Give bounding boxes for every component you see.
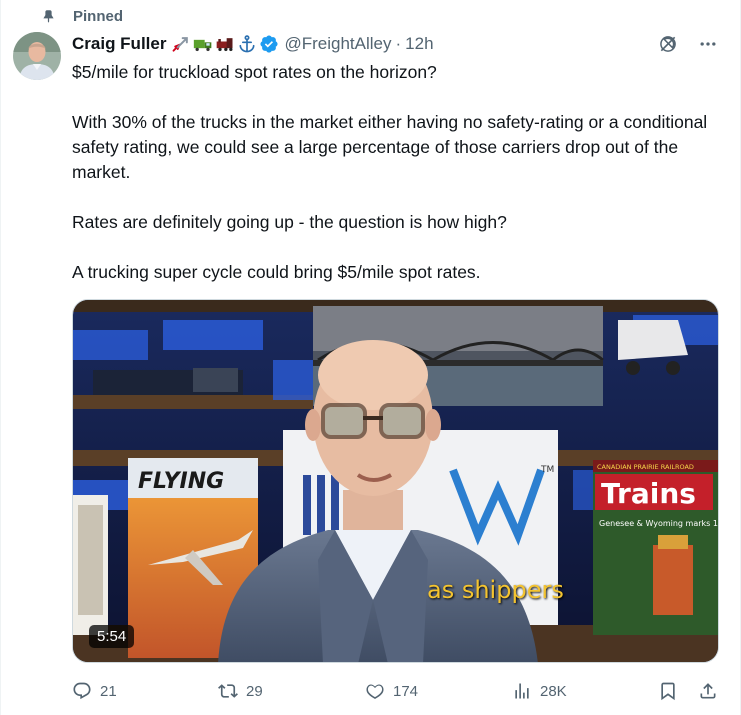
views-count: 28K	[540, 682, 567, 700]
tweet-paragraph: With 30% of the trucks in the market eit…	[72, 112, 708, 182]
repost-icon	[218, 684, 238, 698]
repost-button[interactable]: 29	[218, 681, 263, 701]
tweet-paragraph: A trucking super cycle could bring $5/mi…	[72, 262, 481, 282]
tweet-text: $5/mile for truckload spot rates on the …	[72, 60, 722, 285]
author-handle[interactable]: @FreightAlley	[284, 34, 391, 54]
avatar[interactable]	[13, 32, 61, 80]
tweet-header: Craig Fuller @FreightAlley · 12h	[72, 32, 434, 56]
tweet-time[interactable]: 12h	[405, 34, 433, 54]
pinned-label: Pinned	[73, 7, 124, 25]
views-button[interactable]: 28K	[512, 681, 567, 701]
bookmark-button[interactable]	[658, 681, 678, 701]
video-player[interactable]: FLYING TM CANADIAN PRAIRIE RAILROAD Trai…	[72, 299, 719, 663]
pinned-indicator: Pinned	[41, 6, 123, 26]
tweet-actions: 21 29 174 28K	[72, 679, 722, 703]
magazine-right-title: Trains	[601, 477, 696, 510]
video-thumbnail: FLYING TM CANADIAN PRAIRIE RAILROAD Trai…	[73, 300, 719, 662]
share-icon	[700, 683, 716, 699]
tweet-card[interactable]: Pinned Craig Fuller @FreightAlley · 12h …	[0, 0, 741, 715]
like-count: 174	[393, 682, 419, 700]
tweet-paragraph: $5/mile for truckload spot rates on the …	[72, 62, 437, 82]
bookmark-icon	[661, 682, 675, 701]
verified-badge-icon[interactable]	[259, 34, 279, 54]
magazine-right-blurb: Genesee & Wyoming marks 125 years	[599, 519, 719, 528]
share-button[interactable]	[698, 681, 718, 701]
magazine-left-title: FLYING	[138, 469, 224, 494]
magazine-right-header: CANADIAN PRAIRIE RAILROAD	[597, 463, 694, 471]
train-icon	[217, 38, 233, 52]
airplane-icon	[173, 37, 189, 52]
grok-icon[interactable]	[658, 34, 678, 54]
video-duration: 5:54	[89, 625, 135, 648]
repost-count: 29	[246, 682, 263, 700]
anchor-icon	[239, 35, 255, 53]
reply-icon	[73, 682, 91, 700]
logo-tm: TM	[540, 465, 554, 475]
author-name[interactable]: Craig Fuller	[72, 34, 166, 54]
tweet-paragraph: Rates are definitely going up - the ques…	[72, 212, 507, 232]
more-icon[interactable]	[698, 34, 718, 54]
top-actions	[658, 34, 718, 54]
author-emoji-row	[171, 34, 257, 54]
like-button[interactable]: 174	[365, 681, 418, 701]
reply-button[interactable]: 21	[72, 681, 117, 701]
analytics-icon	[515, 683, 529, 699]
pin-icon	[43, 9, 54, 23]
header-separator: ·	[395, 34, 402, 53]
truck-icon	[194, 39, 212, 52]
video-caption: as shippers	[427, 576, 564, 604]
heart-icon	[366, 684, 384, 699]
reply-count: 21	[100, 682, 117, 700]
